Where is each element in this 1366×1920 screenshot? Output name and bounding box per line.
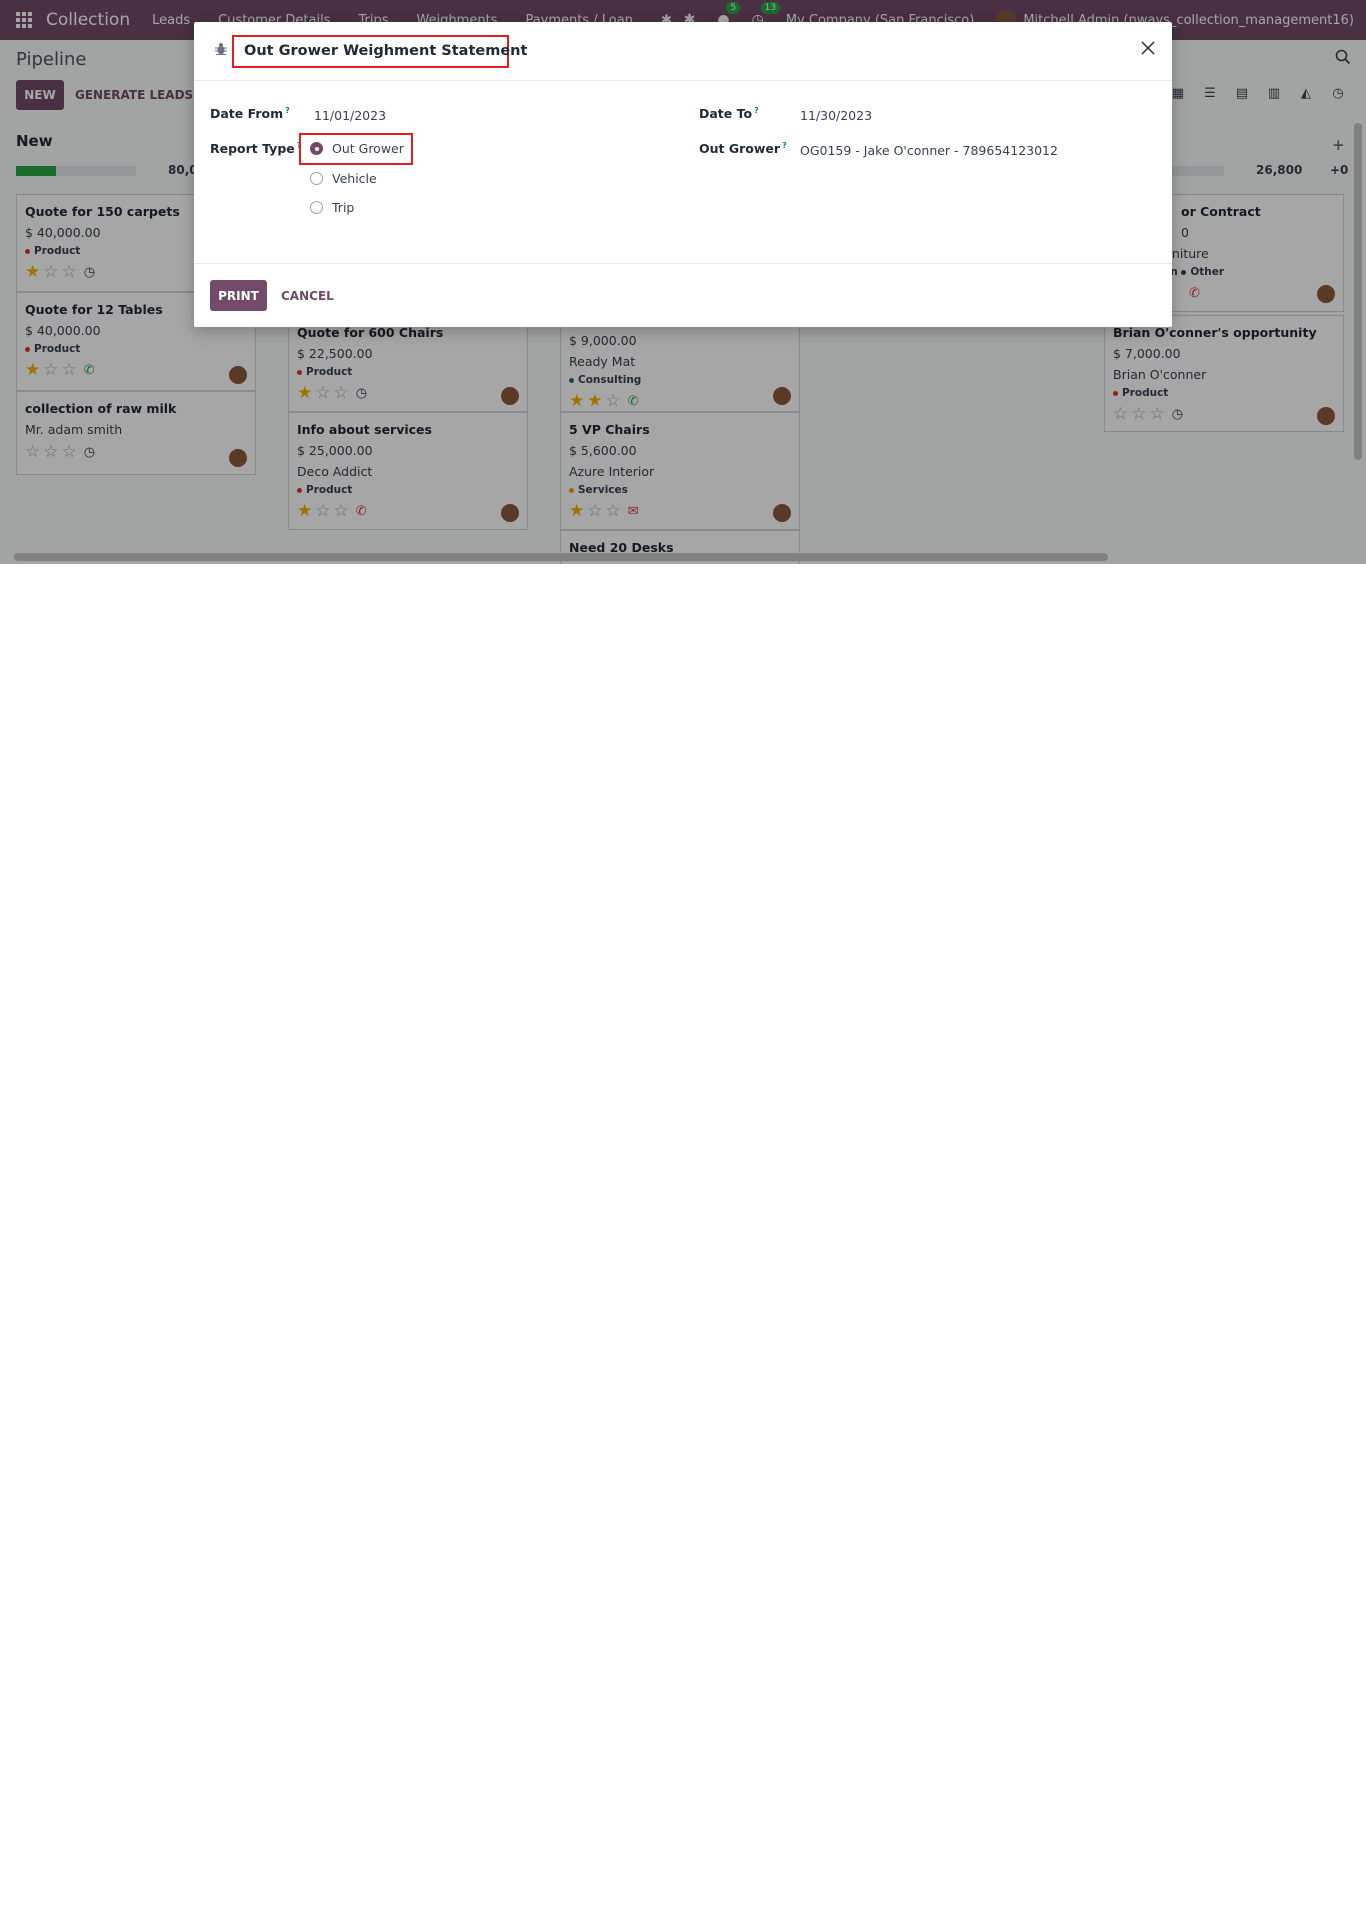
- report-type-option-out-grower[interactable]: Out Grower: [310, 141, 404, 156]
- report-type-label: Report Type?: [210, 141, 302, 157]
- date-to-field[interactable]: 11/30/2023: [800, 108, 872, 123]
- date-to-label: Date To?: [699, 106, 759, 122]
- dialog-footer: PRINT CANCEL: [194, 263, 1172, 327]
- dialog-title: Out Grower Weighment Statement: [244, 43, 528, 59]
- print-button[interactable]: PRINT: [210, 280, 267, 311]
- dialog-header: Out Grower Weighment Statement: [194, 22, 1172, 81]
- report-type-option-vehicle[interactable]: Vehicle: [310, 171, 377, 186]
- radio-button[interactable]: [310, 172, 323, 185]
- date-from-label: Date From?: [210, 106, 290, 122]
- help-tooltip-icon[interactable]: ?: [782, 141, 787, 150]
- help-tooltip-icon[interactable]: ?: [754, 106, 759, 115]
- out-grower-label: Out Grower?: [699, 141, 787, 157]
- date-from-field[interactable]: 11/01/2023: [314, 108, 386, 123]
- close-icon[interactable]: [1138, 38, 1158, 58]
- radio-button-selected[interactable]: [310, 142, 323, 155]
- radio-button[interactable]: [310, 201, 323, 214]
- help-tooltip-icon[interactable]: ?: [285, 106, 290, 115]
- title-highlight-box: Out Grower Weighment Statement: [232, 35, 527, 68]
- cancel-button[interactable]: CANCEL: [281, 280, 334, 311]
- report-dialog: Out Grower Weighment Statement Date From…: [194, 22, 1172, 327]
- report-type-option-trip[interactable]: Trip: [310, 200, 354, 215]
- out-grower-field[interactable]: OG0159 - Jake O'conner - 789654123012: [800, 143, 1058, 158]
- debug-bug-icon[interactable]: [214, 42, 228, 56]
